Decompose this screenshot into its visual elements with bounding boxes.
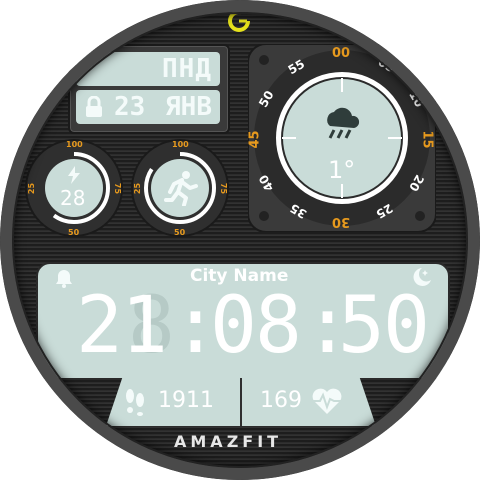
watch-face: ПНД 23 ЯНВ 00 05 10 15 20 25 30 35 40 45… <box>0 0 480 480</box>
bezel-ring <box>0 0 480 480</box>
